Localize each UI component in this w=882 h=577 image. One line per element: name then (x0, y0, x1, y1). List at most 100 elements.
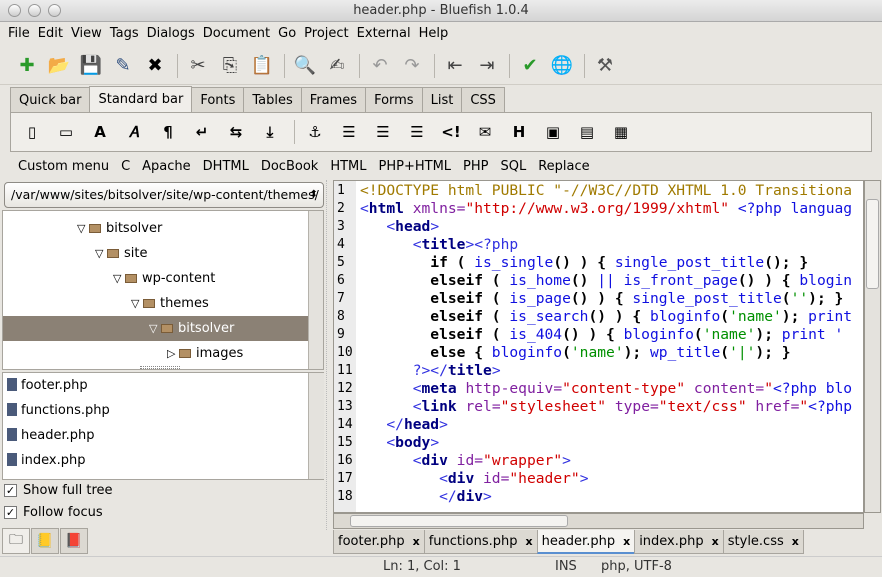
cut-button[interactable]: ✂ (183, 51, 213, 81)
document-tab[interactable]: header.php x (536, 530, 636, 554)
spellcheck-button[interactable]: ✔ (515, 51, 545, 81)
menu-help[interactable]: Help (415, 23, 453, 45)
custom-menu-php-html[interactable]: PHP+HTML (373, 155, 458, 178)
copy-button[interactable]: ⎘ (215, 51, 245, 81)
expander-open-icon[interactable]: ▽ (77, 222, 89, 235)
filebrowser-tab-icon[interactable]: 🗀 (2, 528, 30, 554)
show-full-tree-checkbox[interactable]: ✓ (4, 484, 17, 497)
close-tab-icon[interactable]: x (712, 535, 719, 548)
tab-standard-bar[interactable]: Standard bar (89, 86, 193, 114)
tree-item[interactable]: ▽ site (3, 241, 308, 266)
menu-go[interactable]: Go (274, 23, 300, 45)
tab-css[interactable]: CSS (461, 87, 505, 113)
directory-path-select[interactable]: /var/www/sites/bitsolver/site/wp-content… (4, 182, 324, 208)
scrollbar-thumb[interactable] (866, 199, 879, 289)
custom-menu-php[interactable]: PHP (457, 155, 494, 178)
save-as-button[interactable]: ✎ (108, 51, 138, 81)
nbsp-button[interactable]: ⤓ (255, 117, 285, 147)
tree-item[interactable]: ▽ bitsolver (3, 216, 308, 241)
expander-closed-icon[interactable]: ▷ (167, 347, 179, 360)
editor-horizontal-scrollbar[interactable] (333, 513, 864, 529)
expander-open-icon[interactable]: ▽ (95, 247, 107, 260)
tab-quick-bar[interactable]: Quick bar (10, 87, 91, 113)
close-tab-icon[interactable]: x (525, 535, 532, 548)
scrollbar-thumb[interactable] (350, 515, 568, 527)
tab-fonts[interactable]: Fonts (191, 87, 245, 113)
follow-focus-checkbox[interactable]: ✓ (4, 506, 17, 519)
menu-edit[interactable]: Edit (34, 23, 67, 45)
custom-menu-c[interactable]: C (115, 155, 136, 178)
redo-button[interactable]: ↷ (397, 51, 427, 81)
email-button[interactable]: ✉ (470, 117, 500, 147)
tab-forms[interactable]: Forms (365, 87, 423, 113)
tab-tables[interactable]: Tables (243, 87, 302, 113)
heading-button[interactable]: H (504, 117, 534, 147)
image-button[interactable]: ▣ (538, 117, 568, 147)
multi-thumbnail-button[interactable]: ▦ (606, 117, 636, 147)
custom-menu-html[interactable]: HTML (324, 155, 372, 178)
tree-item[interactable]: ▽ themes (3, 291, 308, 316)
document-tab[interactable]: index.php x (634, 530, 724, 554)
editor-vertical-scrollbar[interactable] (864, 180, 881, 513)
menu-external[interactable]: External (353, 23, 415, 45)
expander-open-icon[interactable]: ▽ (131, 297, 143, 310)
custom-menu-custom-menu[interactable]: Custom menu (12, 155, 115, 178)
code-editor[interactable]: 1 2 3 4 5 6 7 8 9 10 11 12 13 14 15 16 17 18 <!DOCTYPE htm… (333, 180, 864, 513)
tree-scrollbar[interactable] (308, 211, 323, 369)
tree-item[interactable]: ▽ bitsolver (3, 316, 308, 341)
unindent-button[interactable]: ⇤ (440, 51, 470, 81)
close-tab-icon[interactable]: x (413, 535, 420, 548)
file-item[interactable]: footer.php (3, 373, 88, 398)
expander-open-icon[interactable]: ▽ (149, 322, 161, 335)
paragraph-button[interactable]: ¶ (153, 117, 183, 147)
close-tab-icon[interactable]: x (792, 535, 799, 548)
pane-resize-handle[interactable] (140, 366, 180, 369)
preferences-button[interactable]: ⚒ (590, 51, 620, 81)
custom-menu-replace[interactable]: Replace (532, 155, 595, 178)
expander-open-icon[interactable]: ▽ (113, 272, 125, 285)
custom-menu-sql[interactable]: SQL (495, 155, 533, 178)
maximize-window-button[interactable] (48, 4, 61, 17)
italic-button[interactable]: 𝐴 (119, 117, 149, 147)
menu-file[interactable]: File (4, 23, 34, 45)
minimize-window-button[interactable] (28, 4, 41, 17)
menu-view[interactable]: View (67, 23, 106, 45)
break-button[interactable]: ↵ (187, 117, 217, 147)
menu-dialogs[interactable]: Dialogs (143, 23, 199, 45)
reference-tab-icon[interactable]: 📕 (60, 528, 88, 554)
close-window-button[interactable] (8, 4, 21, 17)
indent-button[interactable]: ⇥ (472, 51, 502, 81)
document-tab[interactable]: functions.php x (423, 530, 538, 554)
custom-menu-docbook[interactable]: DocBook (255, 155, 324, 178)
file-list-scrollbar[interactable] (308, 373, 324, 479)
custom-menu-dhtml[interactable]: DHTML (197, 155, 255, 178)
sidebar-resize-handle[interactable] (326, 180, 332, 530)
thumbnail-button[interactable]: ▤ (572, 117, 602, 147)
document-tab[interactable]: style.css x (722, 530, 804, 554)
tab-frames[interactable]: Frames (300, 87, 367, 113)
save-button[interactable]: 💾 (76, 51, 106, 81)
custom-menu-apache[interactable]: Apache (136, 155, 197, 178)
file-item[interactable]: functions.php (3, 398, 110, 423)
break-clear-button[interactable]: ⇆ (221, 117, 251, 147)
open-folder-button[interactable]: 📂 (44, 51, 74, 81)
file-item[interactable]: header.php (3, 423, 94, 448)
tree-item[interactable]: ▷ images (3, 341, 308, 366)
preview-browser-button[interactable]: 🌐 (547, 51, 577, 81)
menu-project[interactable]: Project (300, 23, 352, 45)
align-center-button[interactable]: ☰ (368, 117, 398, 147)
align-right-button[interactable]: ☰ (402, 117, 432, 147)
file-item[interactable]: index.php (3, 448, 85, 473)
anchor-button[interactable]: ⚓ (300, 117, 330, 147)
close-button[interactable]: ✖ (140, 51, 170, 81)
body-button[interactable]: ▭ (51, 117, 81, 147)
new-file-button[interactable]: ✚ (12, 51, 42, 81)
menu-tags[interactable]: Tags (106, 23, 143, 45)
replace-button[interactable]: ✍ (322, 51, 352, 81)
bold-button[interactable]: A (85, 117, 115, 147)
close-tab-icon[interactable]: x (623, 535, 630, 548)
tree-item[interactable]: ▽ wp-content (3, 266, 308, 291)
comment-button[interactable]: <! (436, 117, 466, 147)
tab-list[interactable]: List (421, 87, 463, 113)
bookmarks-tab-icon[interactable]: 📒 (31, 528, 59, 554)
